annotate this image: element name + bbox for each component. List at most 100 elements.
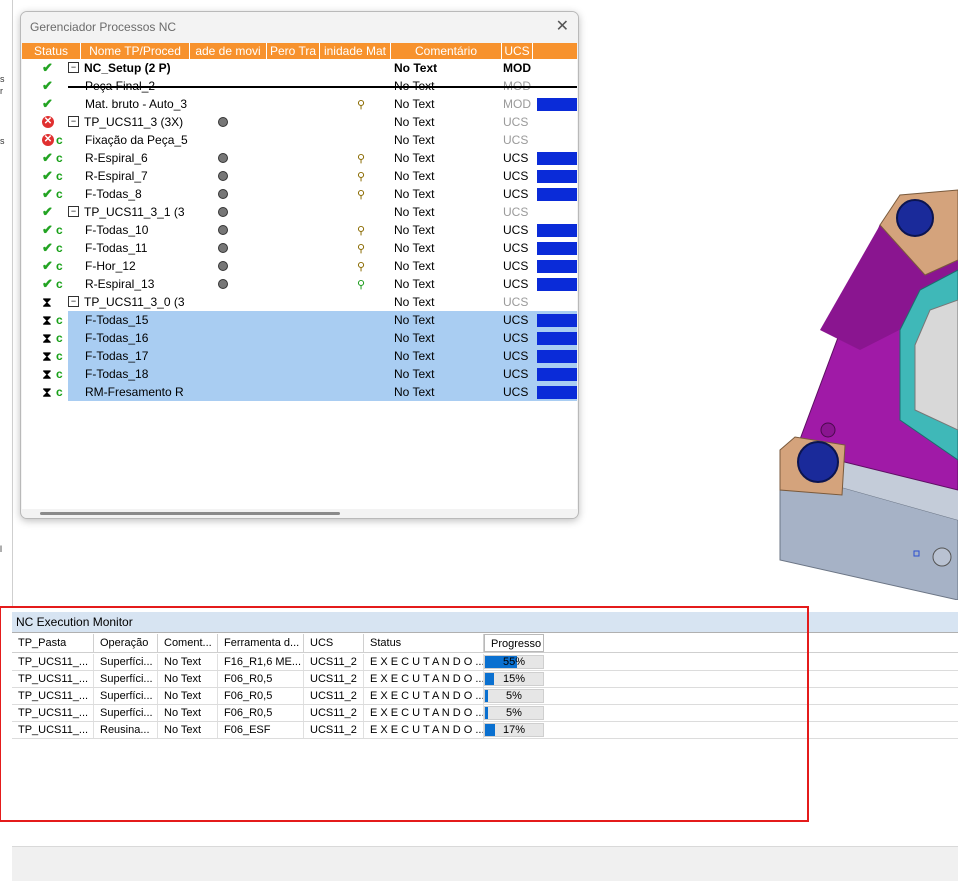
- row-ucs: MOD: [503, 97, 531, 111]
- row-name: Fixação da Peça_5: [85, 133, 188, 147]
- row-comment: No Text: [394, 223, 435, 237]
- monitor-cell-ucs: UCS11_2: [304, 705, 364, 721]
- monitor-column-header-ucs[interactable]: UCS: [304, 634, 364, 652]
- computed-icon: c: [56, 313, 63, 327]
- row-ucs: UCS: [503, 313, 529, 327]
- tree-row[interactable]: ✔ c R-Espiral_6 ⚲ No Text UCS: [22, 149, 577, 167]
- computed-icon: c: [56, 367, 63, 381]
- tree-row[interactable]: ✔ − NC_Setup (2 P) No Text MOD: [22, 59, 577, 77]
- monitor-cell-status: E X E C U T A N D O ...: [364, 722, 484, 738]
- monitor-cell-ferramenta: F06_ESF: [218, 722, 304, 738]
- row-name: RM-Fresamento R: [85, 385, 184, 399]
- collapse-toggle-icon[interactable]: −: [68, 116, 79, 127]
- column-header-movement[interactable]: ade de movi: [190, 43, 267, 59]
- monitor-column-header-pasta[interactable]: TP_Pasta: [12, 634, 94, 652]
- column-header-material[interactable]: inidade Mat: [320, 43, 391, 59]
- status-color-bar: [537, 386, 577, 399]
- tree-row[interactable]: ⧗ c F-Todas_15 No Text UCS: [22, 311, 577, 329]
- row-comment: No Text: [394, 313, 435, 327]
- check-icon: ✔: [42, 186, 53, 201]
- hourglass-icon: ⧗: [42, 384, 52, 400]
- status-color-bar: [537, 260, 577, 273]
- monitor-cell-operacao: Reusina...: [94, 722, 158, 738]
- monitor-cell-pasta: TP_UCS11_...: [12, 654, 94, 670]
- tree-row[interactable]: ⧗ c RM-Fresamento R No Text UCS: [22, 383, 577, 401]
- row-comment: No Text: [394, 241, 435, 255]
- tree-row[interactable]: ⧗ c F-Todas_17 No Text UCS: [22, 347, 577, 365]
- monitor-cell-operacao: Superfíci...: [94, 654, 158, 670]
- tree-row[interactable]: ✔ c F-Hor_12 ⚲ No Text UCS: [22, 257, 577, 275]
- strip-fragment: l: [0, 544, 2, 554]
- process-tree[interactable]: Status Nome TP/Proced ade de movi Pero T…: [22, 43, 577, 509]
- hourglass-icon: ⧗: [42, 330, 52, 346]
- column-header-ucs[interactable]: UCS: [502, 43, 533, 59]
- column-header-work-piece[interactable]: Pero Tra: [267, 43, 320, 59]
- monitor-cell-pasta: TP_UCS11_...: [12, 688, 94, 704]
- 3d-viewport[interactable]: [580, 0, 958, 600]
- bulb-icon: [218, 261, 228, 271]
- collapse-toggle-icon[interactable]: −: [68, 62, 79, 73]
- monitor-cell-ferramenta: F06_R0,5: [218, 688, 304, 704]
- progress-bar: 5%: [484, 706, 544, 720]
- column-header-status[interactable]: Status: [22, 43, 81, 59]
- nc-process-manager-dialog[interactable]: Gerenciador Processos NC ✕ Status Nome T…: [20, 11, 579, 519]
- tree-row[interactable]: ✔ − TP_UCS11_3_1 (3 No Text UCS: [22, 203, 577, 221]
- tree-row[interactable]: ⧗ − TP_UCS11_3_0 (3 No Text UCS: [22, 293, 577, 311]
- tree-row[interactable]: ⧗ c F-Todas_16 No Text UCS: [22, 329, 577, 347]
- nc-execution-monitor: NC Execution Monitor TP_Pasta Operação C…: [12, 612, 958, 740]
- close-icon[interactable]: ✕: [556, 12, 569, 42]
- monitor-cell-status: E X E C U T A N D O ...: [364, 705, 484, 721]
- row-ucs: UCS: [503, 349, 529, 363]
- check-icon: ✔: [42, 222, 53, 237]
- material-icon: ⚲: [357, 225, 366, 237]
- computed-icon: c: [56, 259, 63, 273]
- tree-row[interactable]: ⧗ c F-Todas_18 No Text UCS: [22, 365, 577, 383]
- tree-row[interactable]: ✔ c F-Todas_11 ⚲ No Text UCS: [22, 239, 577, 257]
- monitor-column-header-ferramenta[interactable]: Ferramenta d...: [218, 634, 304, 652]
- column-header-name[interactable]: Nome TP/Proced: [81, 43, 190, 59]
- monitor-column-header-progresso[interactable]: Progresso: [484, 634, 544, 652]
- computed-icon: c: [56, 241, 63, 255]
- dialog-titlebar[interactable]: Gerenciador Processos NC ✕: [21, 12, 578, 42]
- monitor-column-header-comentario[interactable]: Coment...: [158, 634, 218, 652]
- computed-icon: c: [56, 223, 63, 237]
- monitor-column-header-operacao[interactable]: Operação: [94, 634, 158, 652]
- column-header-comment[interactable]: Comentário: [391, 43, 502, 59]
- scrollbar-thumb[interactable]: [40, 512, 340, 515]
- tree-row[interactable]: ✔ c F-Todas_10 ⚲ No Text UCS: [22, 221, 577, 239]
- tree-row[interactable]: ✕ − TP_UCS11_3 (3X) No Text UCS: [22, 113, 577, 131]
- row-ucs: UCS: [503, 385, 529, 399]
- collapse-toggle-icon[interactable]: −: [68, 296, 79, 307]
- status-color-bar: [537, 242, 577, 255]
- material-icon: ⚲: [357, 261, 366, 273]
- collapse-toggle-icon[interactable]: −: [68, 206, 79, 217]
- progress-bar: 17%: [484, 723, 544, 737]
- tree-row[interactable]: ✔ c R-Espiral_7 ⚲ No Text UCS: [22, 167, 577, 185]
- monitor-column-header-status[interactable]: Status: [364, 634, 484, 652]
- row-comment: No Text: [394, 349, 435, 363]
- monitor-cell-comentario: No Text: [158, 705, 218, 721]
- progress-percent: 15%: [502, 673, 526, 685]
- bulb-icon: [218, 243, 228, 253]
- bulb-icon: [218, 117, 228, 127]
- tree-row[interactable]: ✔ Mat. bruto - Auto_3 ⚲ No Text MOD: [22, 95, 577, 113]
- row-comment: No Text: [394, 295, 435, 309]
- row-ucs: UCS: [503, 331, 529, 345]
- computed-icon: c: [56, 385, 63, 399]
- status-color-bar: [537, 314, 577, 327]
- progress-percent: 17%: [502, 724, 526, 736]
- tree-row[interactable]: ✔ c F-Todas_8 ⚲ No Text UCS: [22, 185, 577, 203]
- monitor-row-divider: [12, 738, 958, 739]
- row-name: F-Todas_8: [85, 187, 142, 201]
- hourglass-icon: ⧗: [42, 348, 52, 364]
- row-name: TP_UCS11_3_0 (3: [84, 295, 185, 309]
- tree-row[interactable]: ✔ c R-Espiral_13 ⚲ No Text UCS: [22, 275, 577, 293]
- tree-row[interactable]: ✕ c Fixação da Peça_5 No Text UCS: [22, 131, 577, 149]
- bulb-icon: [218, 189, 228, 199]
- row-comment: No Text: [394, 331, 435, 345]
- monitor-cell-ferramenta: F06_R0,5: [218, 705, 304, 721]
- horizontal-scrollbar[interactable]: [22, 509, 577, 518]
- check-icon: ✔: [42, 96, 53, 111]
- row-ucs: UCS: [503, 277, 529, 291]
- row-name: R-Espiral_7: [85, 169, 148, 183]
